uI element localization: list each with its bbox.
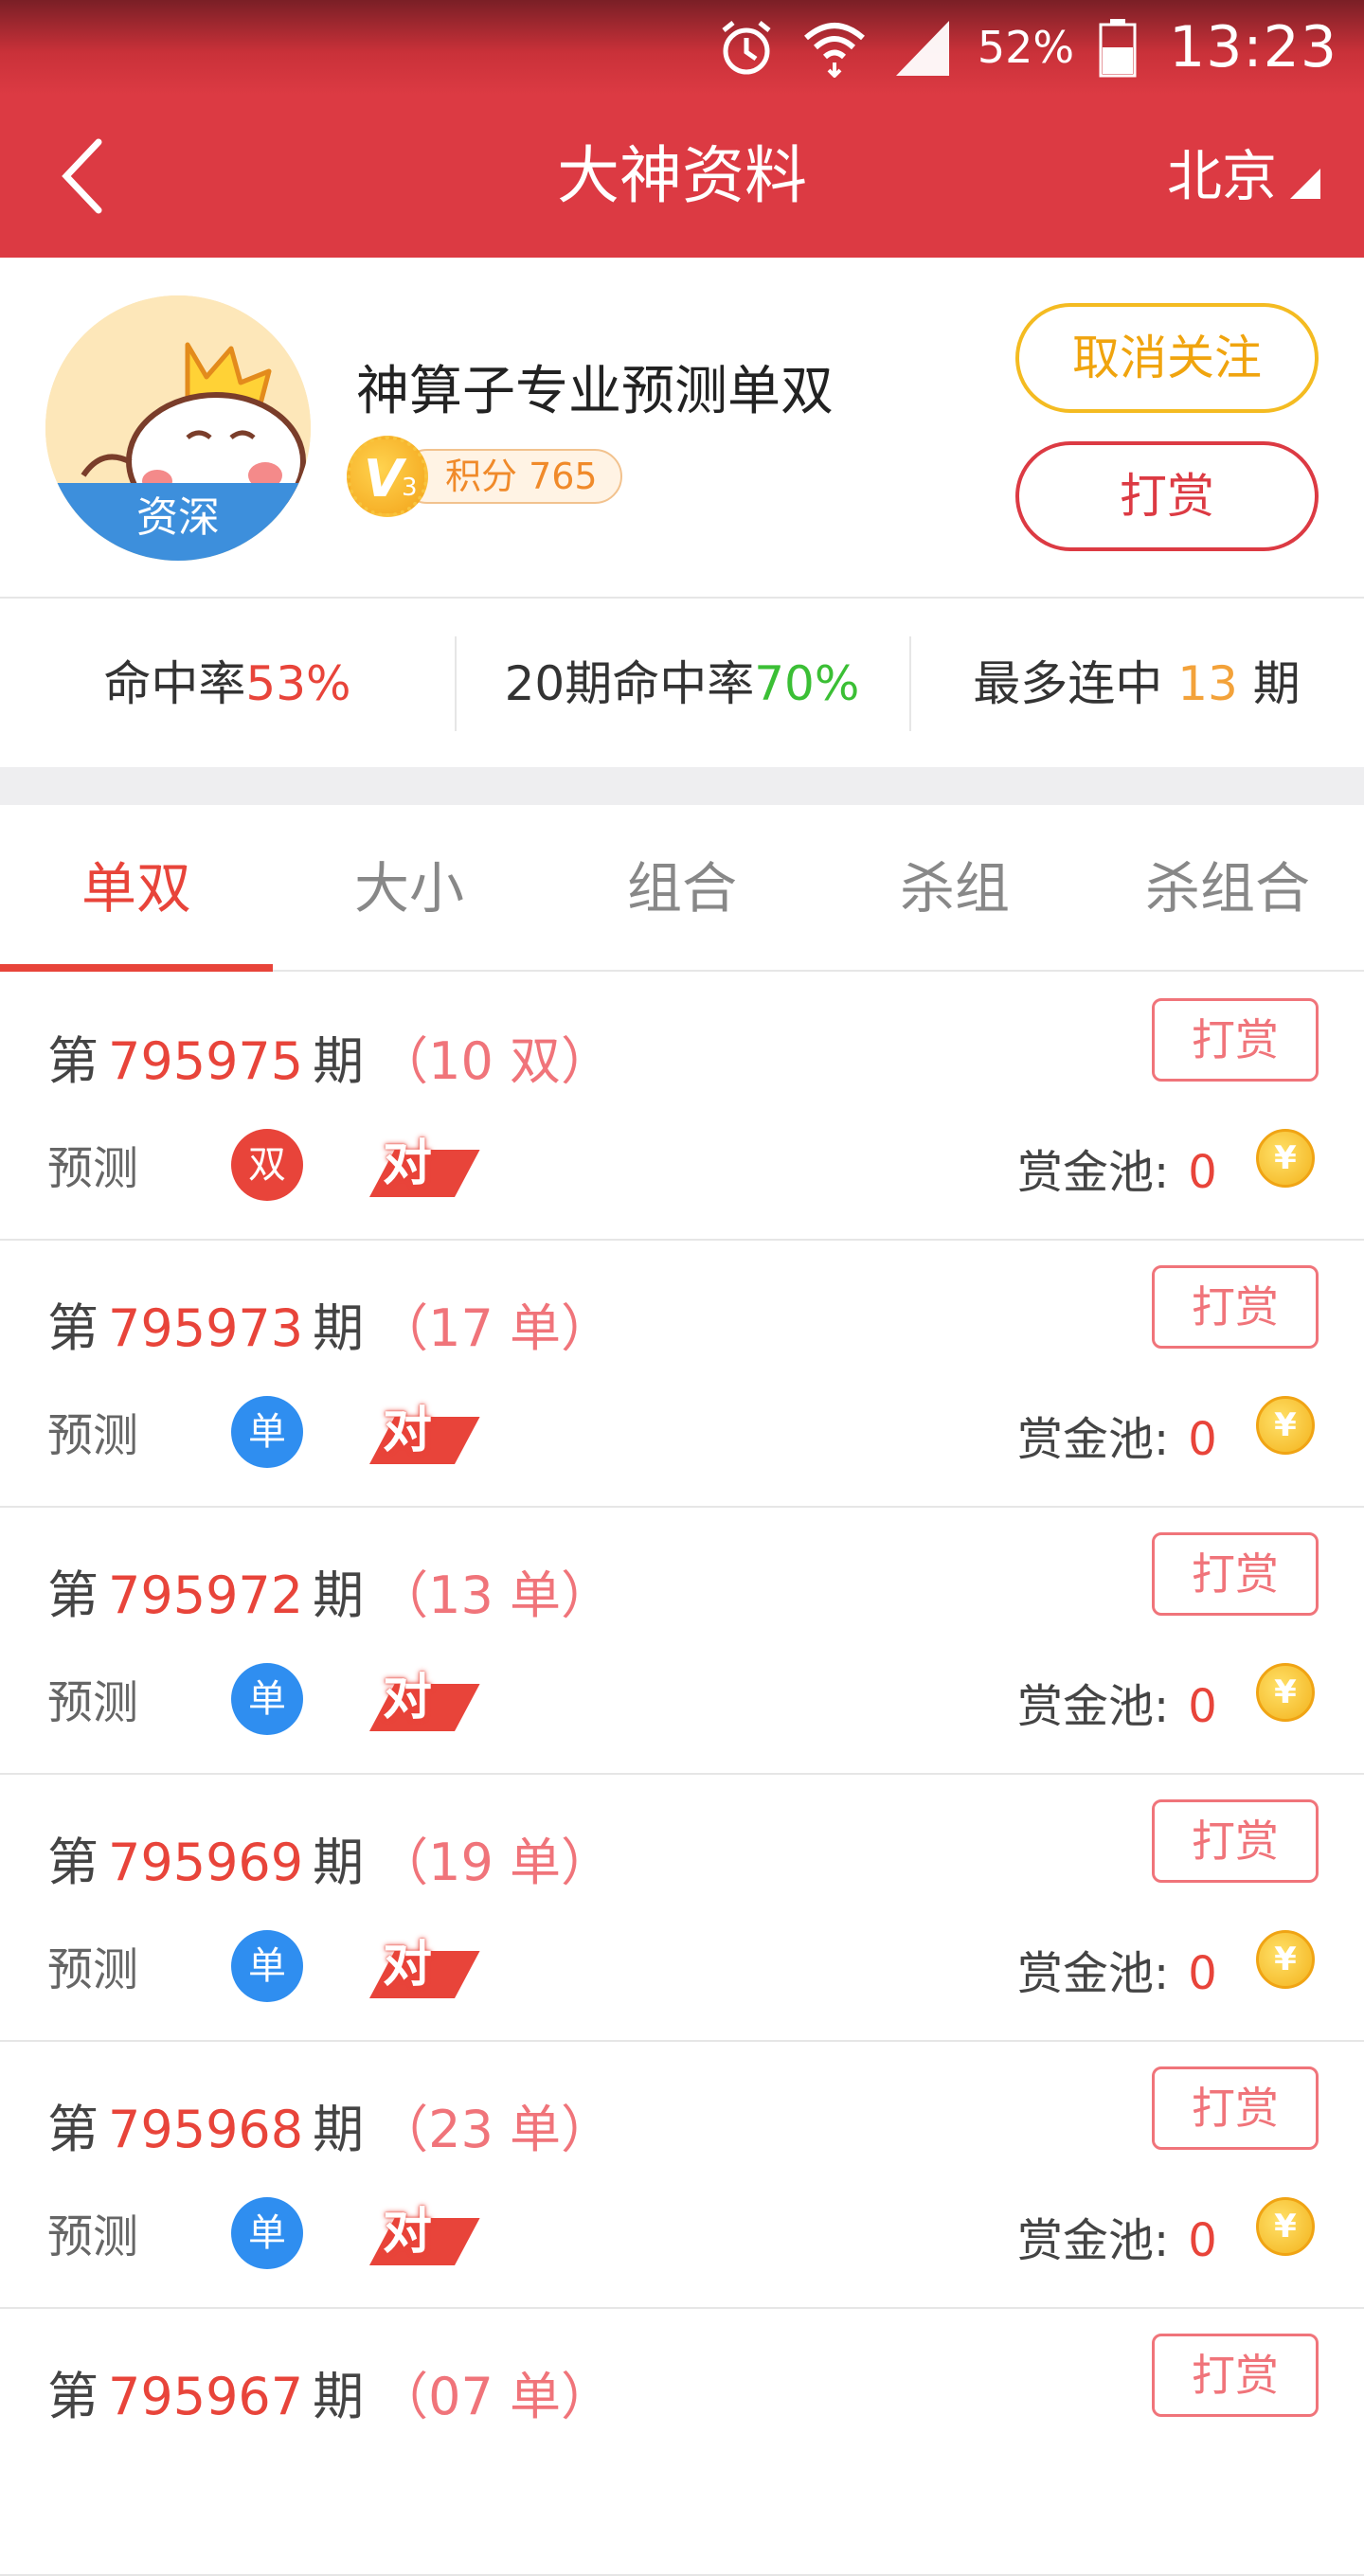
tab-kill-combination[interactable]: 杀组合 [1091,805,1364,970]
prediction-badge: 单 [231,1663,303,1735]
correct-mark: 对 [369,2191,480,2273]
prediction-badge: 单 [231,1396,303,1468]
hit-rate-value: 53% [245,656,351,711]
coin-icon: ¥ [1256,2197,1315,2256]
stat-max-streak: 最多连中 13 期 [909,636,1364,731]
tip-button[interactable]: 打赏 [1152,1265,1319,1349]
list-item: 第 795973 期（17 单） 预测 单 对 打赏 赏金池: 0 ¥ [0,1241,1364,1508]
bounty-pool: 赏金池: 0 [1017,1680,1217,1733]
user-name: 神算子专业预测单双 [356,361,834,422]
bounty-pool: 赏金池: 0 [1017,1947,1217,2000]
tip-button[interactable]: 打赏 [1152,998,1319,1082]
list-item: 第 795968 期（23 单） 预测 单 对 打赏 赏金池: 0 ¥ [0,2042,1364,2309]
predict-label: 预测 [47,1409,139,1462]
tip-button[interactable]: 打赏 [1152,2066,1319,2150]
bounty-pool: 赏金池: 0 [1017,1413,1217,1466]
status-bar: 52% 13:23 [0,0,1364,95]
bounty-pool: 赏金池: 0 [1017,2214,1217,2267]
top-bar: 大神资料 北京 [0,95,1364,258]
streak-value: 13 [1177,656,1238,711]
correct-mark: 对 [369,1390,480,1472]
points-label: 积分 765 [400,449,622,504]
reward-button[interactable]: 打赏 [1015,441,1319,551]
battery-percent: 52% [977,22,1075,73]
list-item: 第 795972 期（13 单） 预测 单 对 打赏 赏金池: 0 ¥ [0,1508,1364,1775]
battery-icon [1099,17,1137,78]
dropdown-triangle-icon [1290,169,1320,199]
bounty-pool: 赏金池: 0 [1017,1146,1217,1199]
predict-label: 预测 [47,1142,139,1195]
list-item: 第 795975 期（10 双） 预测 双 对 打赏 赏金池: 0 ¥ [0,974,1364,1241]
coin-icon: ¥ [1256,1663,1315,1722]
signal-icon [892,17,953,78]
period-title: 第 795972 期（13 单） [47,1565,613,1625]
period-title: 第 795969 期（19 单） [47,1833,613,1892]
city-label: 北京 [1166,144,1277,208]
coin-icon: ¥ [1256,1930,1315,1989]
tab-odd-even[interactable]: 单双 [0,805,273,972]
correct-mark: 对 [369,1123,480,1205]
stat-hit-rate: 命中率53% [103,656,351,711]
correct-mark: 对 [369,1924,480,2006]
section-divider [0,767,1364,805]
avatar-badge: 资深 [45,483,311,561]
vip-level-icon: V 3 [347,436,428,517]
tab-combination[interactable]: 组合 [546,805,818,970]
prediction-list: 第 795975 期（10 双） 预测 双 对 打赏 赏金池: 0 ¥ 第 795973… [0,974,1364,2576]
period-title: 第 795975 期（10 双） [47,1031,613,1091]
clock: 13:23 [1169,14,1337,80]
coin-icon: ¥ [1256,1396,1315,1455]
period-title: 第 795968 期（23 单） [47,2100,613,2159]
stats-bar: 命中率53% 20期命中率70% 最多连中 13 期 [0,600,1364,767]
city-selector[interactable]: 北京 [1167,95,1320,258]
predict-label: 预测 [47,1943,139,1996]
category-tabs: 单双 大小 组合 杀组 杀组合 [0,805,1364,972]
coin-icon: ¥ [1256,1129,1315,1188]
prediction-badge: 单 [231,1930,303,2002]
profile-header: 资深 神算子专业预测单双 V 3 积分 765 取消关注 打赏 [0,258,1364,599]
period-title: 第 795967 期（07 单） [47,2367,613,2426]
prediction-badge: 单 [231,2197,303,2269]
tip-button[interactable]: 打赏 [1152,2334,1319,2417]
avatar: 资深 [45,295,311,561]
stat-hit20-rate: 20期命中率70% [455,636,909,731]
prediction-badge: 双 [231,1129,303,1201]
correct-mark: 对 [369,1657,480,1739]
tip-button[interactable]: 打赏 [1152,1532,1319,1616]
hit20-value: 70% [754,656,860,711]
unfollow-button[interactable]: 取消关注 [1015,303,1319,413]
level-badge: V 3 积分 765 [347,436,622,517]
wifi-icon [801,17,868,78]
predict-label: 预测 [47,1676,139,1729]
period-title: 第 795973 期（17 单） [47,1298,613,1358]
list-item: 第 795969 期（19 单） 预测 单 对 打赏 赏金池: 0 ¥ [0,1775,1364,2042]
tip-button[interactable]: 打赏 [1152,1799,1319,1883]
tab-kill-group[interactable]: 杀组 [818,805,1091,970]
alarm-icon [716,17,777,78]
list-item: 第 795967 期（07 单） 打赏 [0,2309,1364,2576]
page-title: 大神资料 [557,139,807,212]
predict-label: 预测 [47,2210,139,2263]
tab-big-small[interactable]: 大小 [273,805,546,970]
